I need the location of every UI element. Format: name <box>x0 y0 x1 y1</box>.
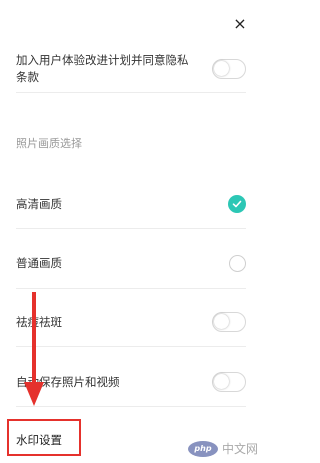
normal-quality-row[interactable]: 普通画质 <box>16 238 246 289</box>
join-program-toggle[interactable] <box>212 59 246 79</box>
hd-quality-radio[interactable] <box>228 195 246 213</box>
autosave-row: 自动保存照片和视频 <box>16 358 246 407</box>
hd-quality-label: 高清画质 <box>16 196 62 211</box>
annotation-arrow-icon <box>24 292 44 406</box>
toggle-knob <box>214 314 229 329</box>
photo-quality-section-title: 照片画质选择 <box>16 137 82 150</box>
join-program-row: 加入用户体验改进计划并同意隐私条款 <box>16 46 246 93</box>
autosave-toggle[interactable] <box>212 372 246 392</box>
watermark-text: 中文网 <box>221 442 258 456</box>
site-watermark: php 中文网 <box>187 440 258 457</box>
close-icon[interactable]: × <box>230 14 250 34</box>
highlight-box <box>7 419 81 456</box>
join-program-label: 加入用户体验改进计划并同意隐私条款 <box>16 53 189 84</box>
normal-quality-radio[interactable] <box>229 254 246 272</box>
toggle-knob <box>214 374 229 389</box>
php-logo-icon: php <box>187 440 218 457</box>
blemish-toggle[interactable] <box>212 312 246 332</box>
check-icon <box>232 200 242 208</box>
normal-quality-label: 普通画质 <box>16 255 62 270</box>
blemish-row: 祛痘祛斑 <box>16 298 246 347</box>
toggle-knob <box>214 61 229 76</box>
hd-quality-row[interactable]: 高清画质 <box>16 180 246 229</box>
